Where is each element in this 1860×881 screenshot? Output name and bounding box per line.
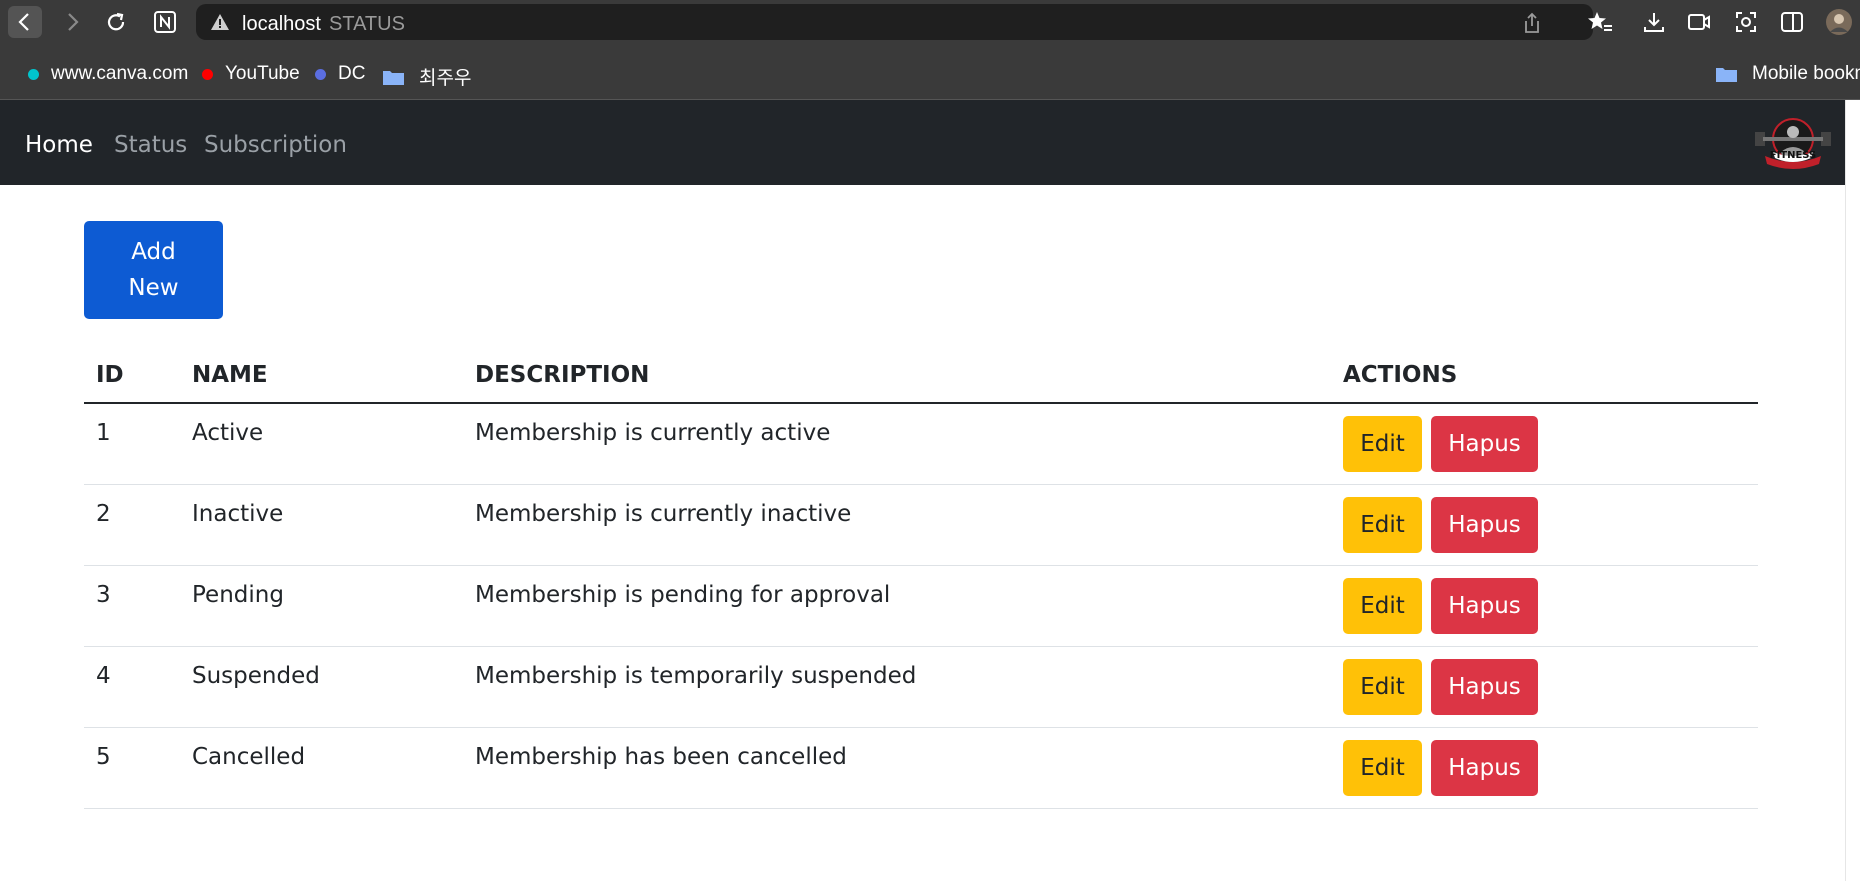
folder-icon: [1716, 68, 1737, 82]
table-row: 4 Suspended Membership is temporarily su…: [84, 647, 1758, 728]
video-icon: [1688, 14, 1710, 30]
share-icon[interactable]: [1522, 12, 1542, 34]
reload-button[interactable]: [99, 6, 133, 38]
profile-avatar[interactable]: [1825, 8, 1853, 36]
table-row: 3 Pending Membership is pending for appr…: [84, 566, 1758, 647]
bookmark-canva[interactable]: www.canva.com: [28, 63, 188, 85]
table-row: 1 Active Membership is currently active …: [84, 404, 1758, 485]
delete-button[interactable]: Hapus: [1431, 416, 1538, 472]
cell-description: Membership is temporarily suspended: [475, 663, 917, 689]
nav-link-home[interactable]: Home: [25, 132, 93, 158]
download-icon: [1644, 13, 1664, 32]
cell-name: Suspended: [192, 663, 320, 689]
bookmark-label: 최주우: [419, 68, 472, 89]
edit-button[interactable]: Edit: [1343, 740, 1422, 796]
nav-link-subscription[interactable]: Subscription: [204, 132, 347, 158]
edit-button[interactable]: Edit: [1343, 659, 1422, 715]
header-description: DESCRIPTION: [475, 362, 650, 388]
notion-button[interactable]: [148, 6, 182, 38]
delete-button[interactable]: Hapus: [1431, 497, 1538, 553]
address-title: STATUS: [329, 13, 405, 35]
favorites-button[interactable]: [1586, 8, 1614, 36]
cell-description: Membership is pending for approval: [475, 582, 891, 608]
address-bar[interactable]: localhost STATUS: [196, 4, 1593, 40]
bookmark-label: YouTube: [225, 63, 300, 84]
bookmark-label: DC: [338, 63, 366, 84]
canva-icon: [28, 68, 39, 80]
download-button[interactable]: [1640, 8, 1668, 36]
edit-button[interactable]: Edit: [1343, 416, 1422, 472]
status-table: ID NAME DESCRIPTION ACTIONS 1 Active Mem…: [84, 350, 1758, 809]
header-actions: ACTIONS: [1343, 362, 1458, 388]
cell-name: Active: [192, 420, 264, 446]
browser-toolbar: localhost STATUS: [0, 0, 1860, 44]
folder-icon: [383, 70, 404, 85]
cell-id: 1: [96, 420, 111, 446]
notion-icon: [154, 11, 176, 33]
bookmark-youtube[interactable]: YouTube: [202, 63, 300, 85]
add-new-button[interactable]: Add New: [84, 221, 223, 319]
cell-id: 4: [96, 663, 111, 689]
scrollbar[interactable]: [1845, 100, 1860, 881]
cell-name: Pending: [192, 582, 284, 608]
warning-icon: [211, 14, 229, 30]
table-header: ID NAME DESCRIPTION ACTIONS: [84, 350, 1758, 404]
address-host: localhost: [242, 13, 321, 35]
dc-icon: [315, 68, 326, 80]
split-view-icon: [1781, 12, 1803, 32]
cell-id: 5: [96, 744, 111, 770]
edit-button[interactable]: Edit: [1343, 578, 1422, 634]
bookmark-label: www.canva.com: [51, 63, 189, 84]
back-button[interactable]: [8, 6, 42, 38]
edit-button[interactable]: Edit: [1343, 497, 1422, 553]
back-icon: [18, 13, 29, 31]
reload-icon: [107, 12, 125, 31]
delete-button[interactable]: Hapus: [1431, 578, 1538, 634]
add-new-label-line2: New: [128, 275, 179, 301]
bookmarks-bar: www.canva.com YouTube DC 최주우 Mobile book…: [0, 44, 1860, 100]
add-new-label-line1: Add: [131, 239, 176, 265]
cell-description: Membership is currently inactive: [475, 501, 852, 527]
cell-name: Inactive: [192, 501, 284, 527]
forward-button[interactable]: [55, 6, 89, 38]
cell-id: 2: [96, 501, 111, 527]
profile-avatar-icon: [1826, 9, 1852, 35]
cell-name: Cancelled: [192, 744, 306, 770]
nav-link-status[interactable]: Status: [114, 132, 187, 158]
delete-button[interactable]: Hapus: [1431, 740, 1538, 796]
split-view-button[interactable]: [1778, 8, 1806, 36]
delete-button[interactable]: Hapus: [1431, 659, 1538, 715]
screenshot-button[interactable]: [1732, 8, 1760, 36]
table-row: 5 Cancelled Membership has been cancelle…: [84, 728, 1758, 809]
table-row: 2 Inactive Membership is currently inact…: [84, 485, 1758, 566]
cell-description: Membership is currently active: [475, 420, 831, 446]
mobile-bookmarks-label: Mobile bookmarks: [1752, 63, 1860, 84]
forward-icon: [68, 13, 79, 31]
header-id: ID: [96, 362, 124, 388]
svg-text:FITNESS: FITNESS: [1770, 150, 1817, 161]
favorites-icon: [1588, 12, 1612, 31]
video-button[interactable]: [1685, 8, 1713, 36]
bookmark-dc[interactable]: DC: [315, 63, 365, 85]
bookmark-folder[interactable]: 최주우: [382, 63, 471, 90]
cell-id: 3: [96, 582, 111, 608]
header-name: NAME: [192, 362, 268, 388]
cell-description: Membership has been cancelled: [475, 744, 847, 770]
youtube-icon: [202, 68, 213, 80]
mobile-bookmarks[interactable]: Mobile bookmarks: [1715, 63, 1860, 85]
app-navbar: Home Status Subscription FITNESS: [0, 100, 1845, 185]
screenshot-icon: [1736, 12, 1756, 32]
fitness-logo[interactable]: FITNESS: [1753, 112, 1833, 174]
